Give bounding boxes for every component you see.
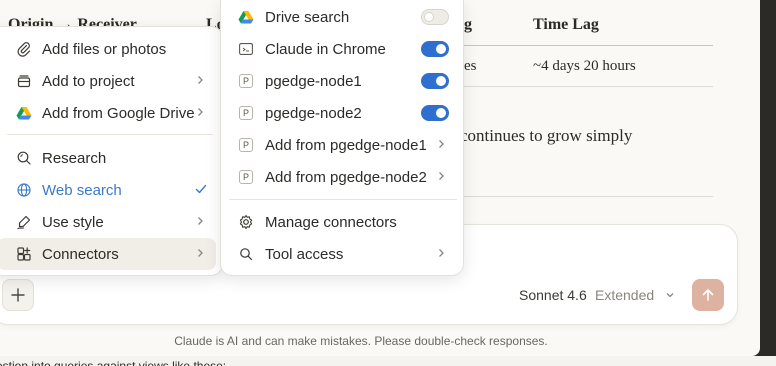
menu-item-tool-access[interactable]: Tool access <box>229 238 457 270</box>
menu-item-label: pgedge-node1 <box>265 72 362 90</box>
menu-item-label: Claude in Chrome <box>265 40 386 58</box>
project-icon <box>15 72 33 90</box>
google-drive-icon <box>15 104 33 122</box>
chevron-right-icon <box>439 172 444 180</box>
table-header-g: g <box>464 16 472 33</box>
menu-item-label: Drive search <box>265 8 350 26</box>
menu-separator <box>7 134 213 135</box>
chevron-right-icon <box>439 140 444 148</box>
chevron-right-icon <box>439 249 444 257</box>
chevron-right-icon <box>198 217 203 225</box>
p-icon: P <box>237 72 255 90</box>
menu-item-label: Connectors <box>42 245 119 263</box>
globe-icon <box>15 181 33 199</box>
background-text-strip: estion into queries against views like t… <box>0 356 776 366</box>
body-text-fragment: continues to grow simply <box>460 126 633 145</box>
menu-item-label: Web search <box>42 181 122 199</box>
menu-item-manage-connectors[interactable]: Manage connectors <box>229 206 457 238</box>
menu-item-pgedge-node2[interactable]: P pgedge-node2 <box>229 97 457 129</box>
p-icon: P <box>237 104 255 122</box>
p-icon: P <box>237 136 255 154</box>
menu-item-add-from-google-drive[interactable]: Add from Google Drive <box>0 97 216 129</box>
menu-item-label: Add from pgedge-node1 <box>265 136 427 154</box>
menu-item-add-from-pgedge-node1[interactable]: P Add from pgedge-node1 <box>229 129 457 161</box>
chevron-down-icon[interactable] <box>665 290 675 300</box>
add-content-button[interactable] <box>2 279 34 311</box>
menu-item-label: Manage connectors <box>265 213 397 231</box>
menu-item-pgedge-node1[interactable]: P pgedge-node1 <box>229 65 457 97</box>
menu-item-label: Research <box>42 149 107 167</box>
menu-item-label: Use style <box>42 213 104 231</box>
menu-item-use-style[interactable]: Use style <box>0 206 216 238</box>
menu-item-add-files[interactable]: Add files or photos <box>0 33 216 65</box>
menu-item-label: pgedge-node2 <box>265 104 362 122</box>
menu-item-label: Tool access <box>265 245 344 263</box>
menu-item-label: Add files or photos <box>42 40 167 58</box>
send-button[interactable] <box>692 279 724 311</box>
connectors-submenu: Drive search Claude in Chrome P pgedge-n… <box>220 0 464 276</box>
menu-separator <box>229 199 457 200</box>
menu-item-add-to-project[interactable]: Add to project <box>0 65 216 97</box>
claude-in-chrome-toggle[interactable] <box>421 41 449 57</box>
menu-item-research[interactable]: Research <box>0 142 216 174</box>
p-icon: P <box>237 168 255 186</box>
pgedge-node2-toggle[interactable] <box>421 105 449 121</box>
gear-icon <box>237 213 255 231</box>
menu-item-label: Add to project <box>42 72 135 90</box>
menu-item-add-from-pgedge-node2[interactable]: P Add from pgedge-node2 <box>229 161 457 193</box>
menu-item-claude-in-chrome[interactable]: Claude in Chrome <box>229 33 457 65</box>
google-drive-icon <box>237 8 255 26</box>
disclaimer: Claude is AI and can make mistakes. Plea… <box>174 334 548 348</box>
drive-search-toggle[interactable] <box>421 9 449 25</box>
checkmark-icon <box>195 184 207 194</box>
menu-item-label: Add from pgedge-node2 <box>265 168 427 186</box>
background-text-fragment: estion into queries against views like t… <box>0 359 227 366</box>
menu-item-web-search[interactable]: Web search <box>0 174 216 206</box>
chevron-right-icon <box>198 249 203 257</box>
browser-icon <box>237 40 255 58</box>
arrow-up-icon <box>702 289 714 301</box>
search-icon <box>237 245 255 263</box>
menu-item-drive-search[interactable]: Drive search <box>229 1 457 33</box>
table-cell-fragment: es <box>464 58 477 74</box>
model-name[interactable]: Sonnet 4.6 <box>519 287 587 303</box>
research-icon <box>15 149 33 167</box>
chevron-right-icon <box>198 108 203 116</box>
connectors-icon <box>15 245 33 263</box>
table-header-time-lag: Time Lag <box>533 16 599 33</box>
plus-icon <box>11 288 25 302</box>
pen-icon <box>15 213 33 231</box>
pgedge-node1-toggle[interactable] <box>421 73 449 89</box>
model-mode[interactable]: Extended <box>595 287 654 303</box>
table-cell-time-lag: ~4 days 20 hours <box>533 58 636 74</box>
chevron-right-icon <box>198 76 203 84</box>
paperclip-icon <box>15 40 33 58</box>
menu-item-label: Add from Google Drive <box>42 104 195 122</box>
menu-item-connectors[interactable]: Connectors <box>0 238 216 270</box>
attachment-menu: Add files or photos Add to project Add f… <box>0 26 223 276</box>
